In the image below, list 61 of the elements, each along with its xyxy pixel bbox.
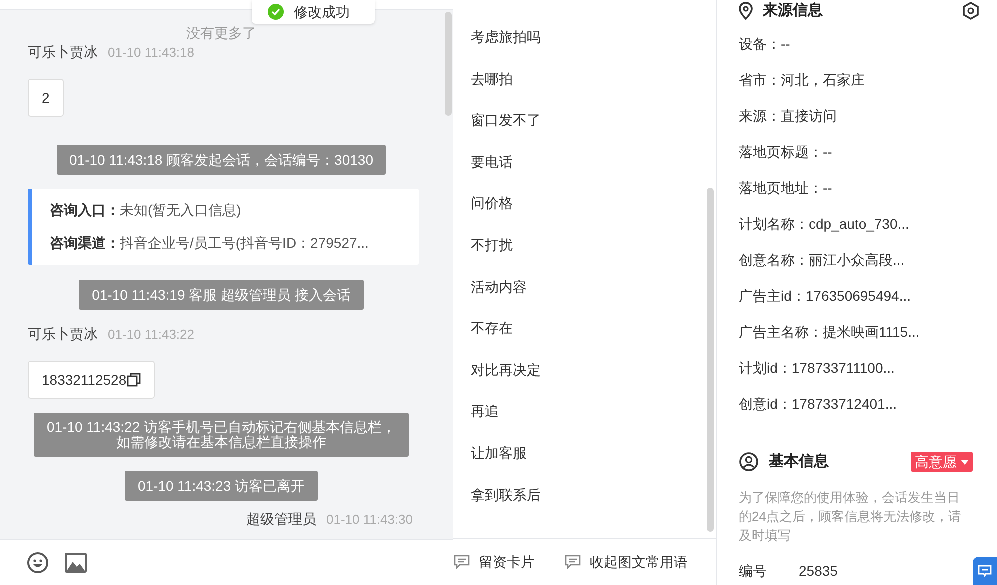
quick-reply-button[interactable]: 留资卡片 bbox=[454, 552, 535, 572]
quick-reply-item[interactable]: 问价格 bbox=[471, 192, 716, 234]
quick-reply-item[interactable]: 让加客服 bbox=[471, 442, 716, 484]
caret-icon bbox=[961, 460, 969, 465]
message-time: 01-10 11:43:30 bbox=[326, 511, 413, 529]
source-info-line: 广告主id：176350695494... bbox=[739, 287, 912, 306]
chat-button[interactable] bbox=[973, 557, 997, 585]
message-bubble: 2 bbox=[28, 79, 64, 117]
quick-reply-item[interactable]: 拿到联系后 bbox=[471, 484, 716, 526]
scrollbar[interactable] bbox=[707, 188, 714, 532]
chat-icon bbox=[978, 565, 992, 577]
intent-dropdown[interactable]: 高意愿 bbox=[911, 452, 973, 472]
user-circle-icon bbox=[739, 452, 759, 472]
quick-reply-item[interactable]: 窗口发不了 bbox=[471, 109, 716, 151]
source-info-line: 创意id：178733712401... bbox=[739, 395, 898, 414]
toast-text: 修改成功 bbox=[294, 2, 350, 22]
quick-reply-item[interactable]: 要电话 bbox=[471, 150, 716, 192]
quick-reply-item[interactable]: 对比再决定 bbox=[471, 358, 716, 400]
copy-icon[interactable] bbox=[126, 373, 141, 387]
sender-name: 可乐卜贾冰 bbox=[28, 43, 98, 62]
quick-reply-button[interactable]: 收起图文常用语 bbox=[565, 552, 688, 572]
section-title: 基本信息 bbox=[769, 452, 829, 472]
sender-name: 可乐卜贾冰 bbox=[28, 325, 98, 344]
quick-reply-item[interactable]: 活动内容 bbox=[471, 276, 716, 318]
info-line: 咨询入口：未知(暂无入口信息) bbox=[50, 201, 242, 220]
field-value: 25835 bbox=[799, 562, 838, 580]
image-icon[interactable] bbox=[65, 552, 87, 572]
quick-reply-item[interactable]: 再追 bbox=[471, 400, 716, 442]
no-more-text: 没有更多了 bbox=[186, 24, 258, 43]
quick-reply-item[interactable]: 不打扰 bbox=[471, 234, 716, 276]
settings-icon[interactable] bbox=[961, 1, 981, 21]
message-icon bbox=[454, 555, 470, 569]
source-info-line: 省市：河北，石家庄 bbox=[739, 71, 866, 90]
source-info-line: 落地页地址：-- bbox=[739, 179, 834, 198]
notice-text: 为了保障您的使用体验，会话发生当日的24点之后，顾客信息将无法修改，请及时填写 bbox=[739, 488, 962, 544]
quick-reply-item[interactable]: 考虑旅拍吗 bbox=[471, 26, 716, 68]
location-pin-icon bbox=[739, 2, 753, 20]
system-notice: 01-10 11:43:23 访客已离开 bbox=[124, 471, 318, 501]
source-info-line: 广告主名称：提米映画1115... bbox=[739, 323, 921, 342]
message-icon bbox=[565, 555, 581, 569]
smiley-icon[interactable] bbox=[27, 552, 49, 574]
scrollbar[interactable] bbox=[445, 12, 452, 116]
info-line: 咨询渠道：抖音企业号/员工号(抖音号ID：279527... bbox=[50, 234, 370, 253]
source-info-line: 设备：-- bbox=[739, 35, 792, 54]
source-info-line: 计划名称：cdp_auto_730... bbox=[739, 215, 910, 234]
message-time: 01-10 11:43:22 bbox=[108, 326, 194, 344]
system-notice: 01-10 11:43:19 客服 超级管理员 接入会话 bbox=[79, 280, 364, 310]
source-info-line: 计划id：178733711100... bbox=[739, 359, 896, 378]
message-time: 01-10 11:43:18 bbox=[108, 44, 194, 62]
source-info-line: 创意名称：丽江小众高段... bbox=[739, 251, 906, 270]
system-notice: 01-10 11:43:18 顾客发起会话，会话编号：30130 bbox=[56, 145, 386, 175]
system-notice: 01-10 11:43:22 访客手机号已自动标记右侧基本信息栏， 如需修改请在基本信息栏直接操作 bbox=[34, 413, 410, 457]
field-label: 编号 bbox=[739, 562, 768, 580]
quick-reply-item[interactable]: 不存在 bbox=[471, 317, 716, 359]
check-icon bbox=[268, 4, 284, 20]
quick-reply-item[interactable]: 去哪拍 bbox=[471, 68, 716, 110]
source-info-line: 来源：直接访问 bbox=[739, 107, 838, 126]
section-title: 来源信息 bbox=[763, 0, 823, 21]
message-bubble: 18332112528 bbox=[28, 361, 155, 399]
sender-name: 超级管理员 bbox=[246, 510, 316, 529]
source-info-line: 落地页标题：-- bbox=[739, 143, 834, 162]
